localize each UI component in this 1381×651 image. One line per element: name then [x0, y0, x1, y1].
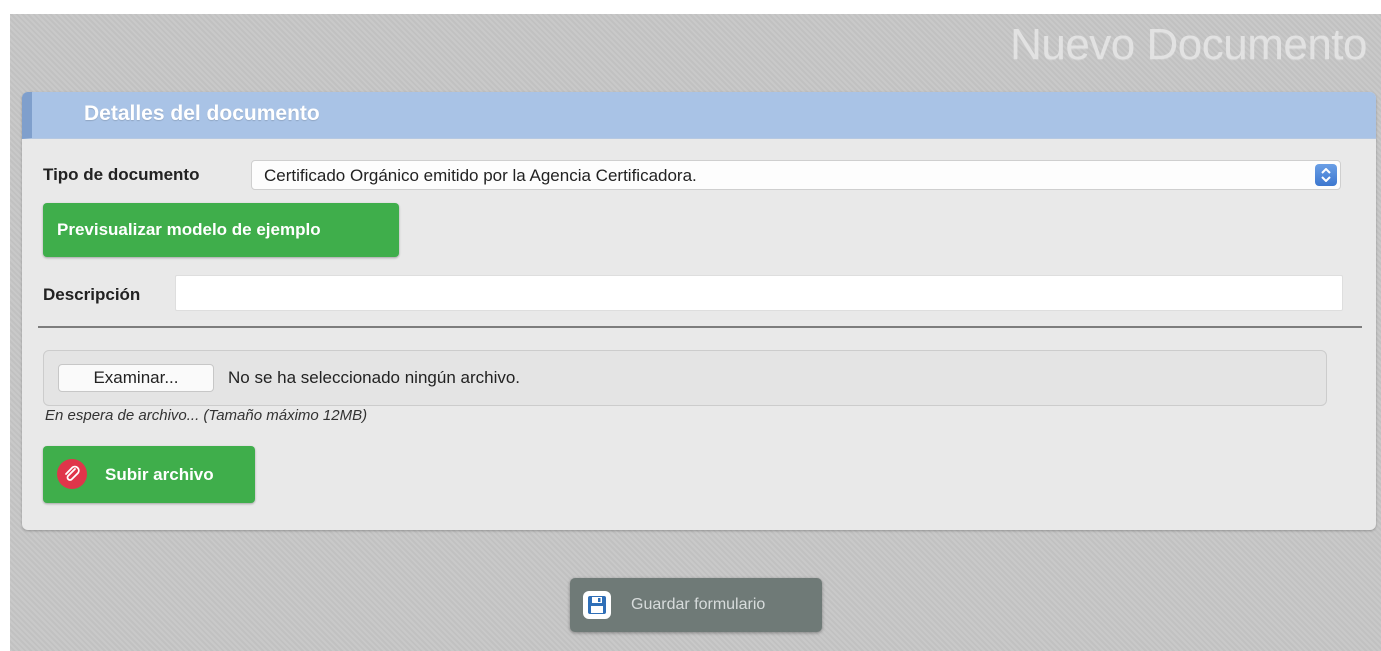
file-input-box[interactable]: Examinar... No se ha seleccionado ningún… — [43, 350, 1327, 406]
description-input[interactable] — [175, 275, 1343, 311]
preview-example-button[interactable]: Previsualizar modelo de ejemplo — [43, 203, 399, 257]
file-status-text: No se ha seleccionado ningún archivo. — [228, 368, 521, 387]
panel-header-title: Detalles del documento — [84, 102, 320, 125]
preview-example-button-label: Previsualizar modelo de ejemplo — [57, 220, 321, 239]
doc-type-label: Tipo de documento — [43, 165, 200, 184]
file-hint-text: En espera de archivo... (Tamaño máximo 1… — [45, 407, 368, 424]
chevron-updown-icon[interactable] — [1315, 164, 1337, 186]
description-label: Descripción — [43, 285, 141, 304]
upload-file-button-label: Subir archivo — [105, 465, 214, 484]
page-background: Nuevo Documento Detalles del documento T… — [10, 14, 1381, 651]
save-form-button[interactable]: Guardar formulario — [570, 578, 822, 632]
browse-button[interactable]: Examinar... — [58, 364, 214, 392]
upload-file-button[interactable]: Subir archivo — [43, 446, 255, 503]
paperclip-icon — [57, 459, 87, 489]
doc-type-select[interactable]: Certificado Orgánico emitido por la Agen… — [251, 160, 1341, 190]
section-divider — [38, 326, 1362, 328]
doc-type-selected-value: Certificado Orgánico emitido por la Agen… — [264, 166, 697, 185]
panel-header: Detalles del documento — [22, 92, 1376, 139]
page-title: Nuevo Documento — [1010, 20, 1367, 69]
document-details-panel: Detalles del documento Tipo de documento… — [22, 92, 1376, 530]
floppy-disk-icon — [583, 591, 611, 619]
save-form-button-label: Guardar formulario — [631, 596, 766, 613]
